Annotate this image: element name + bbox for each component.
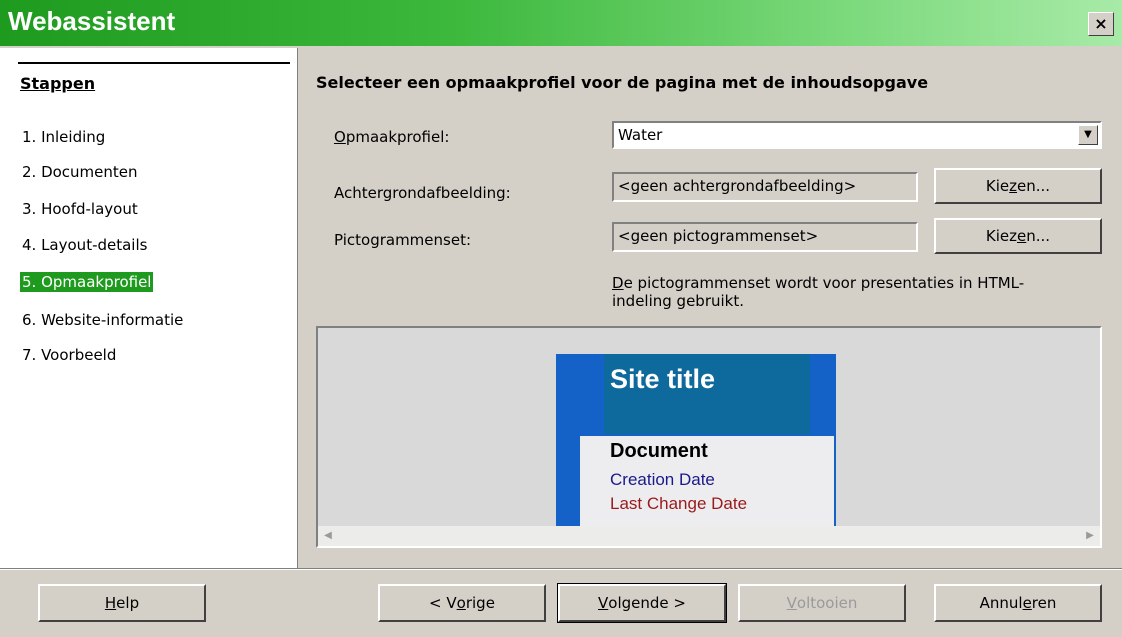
btn-mnemonic: H (104, 594, 117, 612)
btn-mnemonic: z (1009, 177, 1018, 195)
style-label-mnemonic: O (334, 128, 346, 146)
iconset-note: De pictogrammenset wordt voor presentati… (612, 274, 1082, 310)
next-button[interactable]: Volgende > (557, 583, 727, 623)
btn-mnemonic: V (598, 594, 609, 612)
btn-text: oltooien (796, 594, 858, 612)
step-layout-details[interactable]: 4. Layout-details (20, 235, 149, 255)
choose-iconset-button[interactable]: Kiez e n... (934, 218, 1102, 254)
help-button[interactable]: Help (38, 584, 206, 622)
btn-text: olgende > (608, 594, 686, 612)
background-field: <geen achtergrondafbeelding> (612, 172, 918, 202)
cancel-button[interactable]: Annul e ren (934, 584, 1102, 622)
step-documenten[interactable]: 2. Documenten (20, 162, 140, 182)
preview-horizontal-scrollbar[interactable]: ◀ ▶ (318, 526, 1100, 546)
step-opmaakprofiel[interactable]: 5. Opmaakprofiel (20, 272, 154, 292)
scroll-right-icon[interactable]: ▶ (1082, 528, 1098, 544)
btn-text: Kiez (985, 227, 1018, 245)
background-value: <geen achtergrondafbeelding> (618, 177, 857, 195)
btn-text: n... (1026, 227, 1051, 245)
iconset-value: <geen pictogrammenset> (618, 227, 819, 245)
preview-document: Document (610, 440, 708, 462)
iconset-label: Pictogrammenset: (334, 231, 472, 249)
choose-background-button[interactable]: Kie z en... (934, 168, 1102, 204)
steps-sidebar: Stappen 1. Inleiding 2. Documenten 3. Ho… (0, 48, 298, 568)
btn-mnemonic: o (456, 594, 466, 612)
note-text: e pictogrammenset wordt voor presentatie… (612, 274, 1025, 310)
btn-text: ren (1031, 594, 1057, 612)
close-icon: × (1094, 14, 1108, 33)
btn-text: rige (465, 594, 495, 612)
btn-mnemonic: V (786, 594, 797, 612)
sidebar-divider (18, 62, 290, 64)
window-title: Webassistent (8, 6, 176, 36)
background-label: Achtergrondafbeelding: (334, 184, 511, 202)
btn-text: Kie (985, 177, 1010, 195)
page-heading: Selecteer een opmaakprofiel voor de pagi… (316, 73, 929, 92)
btn-text: Annul (979, 594, 1023, 612)
style-label-text: pmaakprofiel: (345, 128, 450, 146)
step-website-informatie[interactable]: 6. Website-informatie (20, 310, 185, 330)
preview-creation-date: Creation Date (610, 470, 715, 489)
btn-text: elp (116, 594, 140, 612)
close-button[interactable]: × (1088, 12, 1114, 36)
btn-text: < V (429, 594, 457, 612)
btn-text: en... (1017, 177, 1051, 195)
finish-button[interactable]: Voltooien (738, 584, 906, 622)
sidebar-title: Stappen (20, 74, 96, 93)
btn-mnemonic: e (1017, 227, 1027, 245)
style-label: Opmaakprofiel: (334, 128, 449, 146)
footer-divider (0, 568, 1122, 570)
btn-mnemonic: e (1022, 594, 1032, 612)
step-hoofd-layout[interactable]: 3. Hoofd-layout (20, 199, 140, 219)
title-bar: Webassistent × (0, 0, 1122, 46)
preview-site-title: Site title (610, 364, 716, 394)
step-inleiding[interactable]: 1. Inleiding (20, 127, 107, 147)
style-select[interactable]: Water ▼ (612, 121, 1102, 149)
preview-last-change-date: Last Change Date (610, 494, 748, 513)
previous-button[interactable]: < Vo rige (378, 584, 546, 622)
style-preview: Site title Document Creation Date Last C… (316, 326, 1102, 548)
style-select-value: Water (618, 126, 663, 144)
dropdown-arrow-icon[interactable]: ▼ (1078, 125, 1098, 145)
step-voorbeeld[interactable]: 7. Voorbeeld (20, 345, 118, 365)
note-mnemonic: D (612, 274, 624, 292)
iconset-field: <geen pictogrammenset> (612, 222, 918, 252)
scroll-left-icon[interactable]: ◀ (320, 528, 336, 544)
